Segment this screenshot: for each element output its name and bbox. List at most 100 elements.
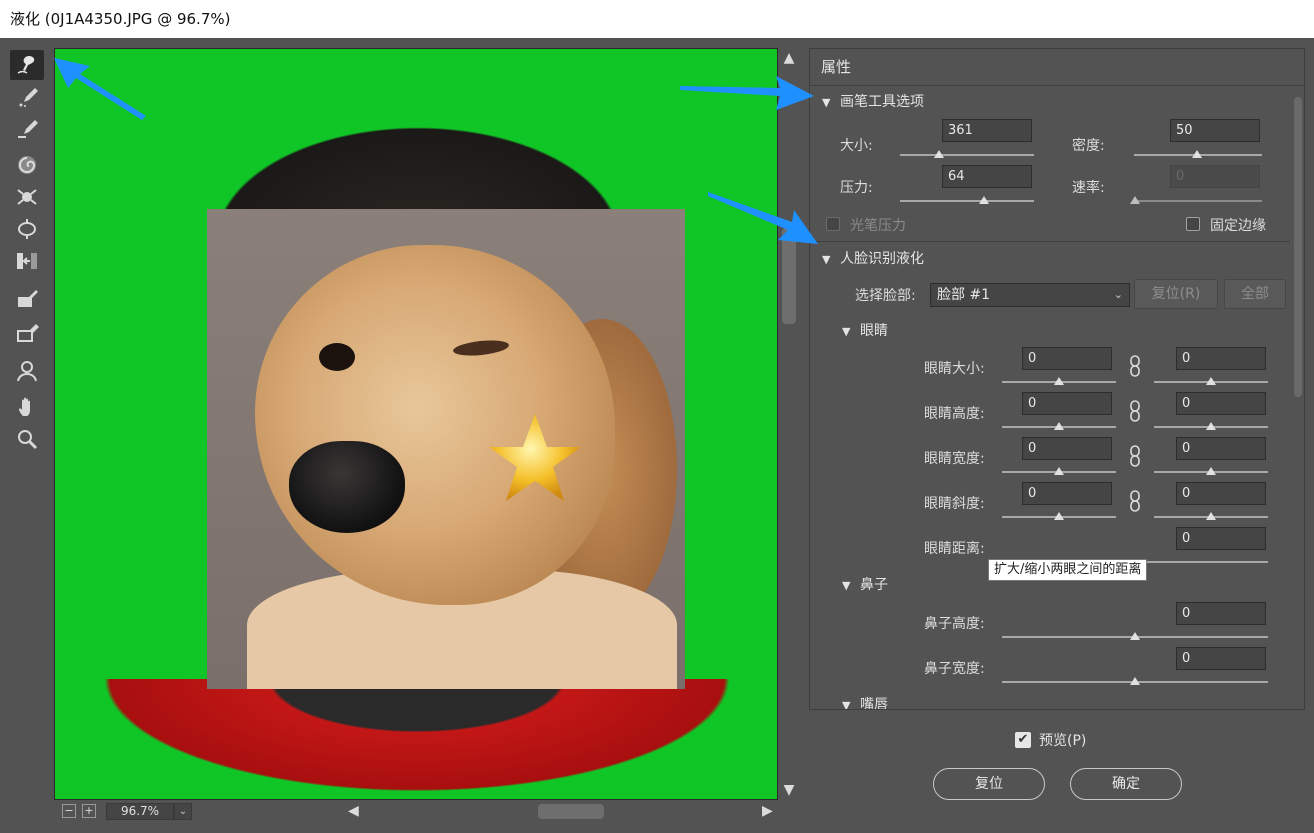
- zoom-dropdown-chevron-icon[interactable]: ⌄: [174, 803, 192, 820]
- expanded-triangle-icon: ▼: [822, 253, 831, 266]
- dog-nose: [289, 441, 405, 533]
- push-left-tool[interactable]: [10, 246, 44, 276]
- panel-vertical-scrollbar[interactable]: [1292, 87, 1304, 709]
- bloat-tool[interactable]: [10, 214, 44, 244]
- pucker-tool[interactable]: [10, 182, 44, 212]
- twirl-tool-icon: [18, 156, 36, 174]
- size-input[interactable]: 361: [942, 119, 1032, 142]
- zoom-level-field[interactable]: 96.7%: [106, 803, 174, 820]
- eye-height-left-knob[interactable]: [1054, 422, 1064, 430]
- scroll-left-icon[interactable]: ◀: [348, 803, 359, 819]
- eye-width-right-input[interactable]: 0: [1176, 437, 1266, 460]
- zoom-out-button[interactable]: −: [62, 804, 76, 818]
- hand-tool[interactable]: [10, 392, 44, 422]
- face-all-button[interactable]: 全部: [1224, 279, 1286, 309]
- eye-height-left-input[interactable]: 0: [1022, 392, 1112, 415]
- eye-tilt-right-knob[interactable]: [1206, 512, 1216, 520]
- panel-title: 属性: [810, 49, 1304, 86]
- eye-height-right-input[interactable]: 0: [1176, 392, 1266, 415]
- dog-face-overlay: [207, 209, 685, 689]
- annotation-arrow-icon: [680, 76, 814, 110]
- eye-tilt-left-knob[interactable]: [1054, 512, 1064, 520]
- link-chain-icon[interactable]: [1128, 445, 1142, 467]
- eye-size-left-input[interactable]: 0: [1022, 347, 1112, 370]
- zoom-in-button[interactable]: +: [82, 804, 96, 818]
- expanded-triangle-icon: ▼: [842, 325, 851, 338]
- smooth-tool[interactable]: [10, 114, 44, 144]
- nose-height-input[interactable]: 0: [1176, 602, 1266, 625]
- smooth-tool-icon: [18, 120, 38, 138]
- face-reset-button[interactable]: 复位(R): [1134, 279, 1218, 309]
- eye-size-label: 眼睛大小:: [924, 361, 985, 377]
- nose-width-label: 鼻子宽度:: [924, 661, 985, 677]
- reset-button[interactable]: 复位: [933, 768, 1045, 800]
- face-liquify-header[interactable]: ▼ 人脸识别液化: [822, 248, 924, 268]
- eye-size-left-knob[interactable]: [1054, 377, 1064, 385]
- link-chain-icon[interactable]: [1128, 400, 1142, 422]
- eye-size-right-knob[interactable]: [1206, 377, 1216, 385]
- bloat-tool-icon: [18, 219, 36, 239]
- panel-scroll-thumb[interactable]: [1294, 97, 1302, 397]
- canvas-horizontal-scrollbar[interactable]: ◀ ▶: [346, 802, 778, 821]
- nose-width-input[interactable]: 0: [1176, 647, 1266, 670]
- rate-input: 0: [1170, 165, 1260, 188]
- ok-button[interactable]: 确定: [1070, 768, 1182, 800]
- eye-width-left-input[interactable]: 0: [1022, 437, 1112, 460]
- canvas-vertical-scrollbar[interactable]: ▲ ▼: [779, 48, 799, 800]
- eye-width-left-knob[interactable]: [1054, 467, 1064, 475]
- zoom-tool-icon: [18, 430, 38, 450]
- eyes-subsection-header[interactable]: ▼ 眼睛: [842, 320, 888, 340]
- pressure-slider-knob[interactable]: [979, 196, 989, 204]
- size-slider-track[interactable]: [900, 154, 1034, 156]
- nose-height-label: 鼻子高度:: [924, 616, 985, 632]
- eye-width-right-knob[interactable]: [1206, 467, 1216, 475]
- dog-open-eye: [319, 343, 355, 371]
- link-chain-icon[interactable]: [1128, 490, 1142, 512]
- density-slider-knob[interactable]: [1192, 150, 1202, 158]
- scroll-right-icon[interactable]: ▶: [762, 803, 773, 819]
- density-input[interactable]: 50: [1170, 119, 1260, 142]
- hand-tool-icon: [19, 397, 30, 416]
- link-chain-icon[interactable]: [1128, 355, 1142, 377]
- chevron-down-icon: ⌄: [1113, 288, 1123, 301]
- freeze-mask-tool[interactable]: [10, 284, 44, 314]
- freeze-mask-tool-icon: [18, 290, 38, 307]
- twirl-tool[interactable]: [10, 150, 44, 180]
- stylus-pressure-label: 光笔压力: [850, 218, 906, 234]
- pin-edges-checkbox[interactable]: [1186, 217, 1200, 231]
- eye-tilt-left-input[interactable]: 0: [1022, 482, 1112, 505]
- eye-distance-tooltip: 扩大/缩小两眼之间的距离: [988, 559, 1148, 581]
- thaw-mask-tool[interactable]: [10, 318, 44, 348]
- eye-distance-input[interactable]: 0: [1176, 527, 1266, 550]
- pressure-label: 压力:: [840, 180, 873, 196]
- forward-warp-tool[interactable]: [10, 50, 44, 80]
- face-tool[interactable]: [10, 356, 44, 386]
- image-canvas[interactable]: [54, 48, 778, 800]
- pressure-slider-track[interactable]: [900, 200, 1034, 202]
- nose-height-knob[interactable]: [1130, 632, 1140, 640]
- scroll-down-icon[interactable]: ▼: [782, 782, 796, 798]
- checkbox-checked-icon[interactable]: ✔: [1015, 732, 1031, 748]
- push-left-tool-icon: [17, 253, 37, 269]
- eye-tilt-right-input[interactable]: 0: [1176, 482, 1266, 505]
- reconstruct-tool[interactable]: [10, 82, 44, 112]
- size-slider-knob[interactable]: [934, 150, 944, 158]
- window-title: 液化 (0J1A4350.JPG @ 96.7%): [0, 0, 1314, 38]
- mouth-subsection-header[interactable]: ▼ 嘴唇: [842, 694, 888, 709]
- horizontal-scroll-thumb[interactable]: [538, 804, 604, 819]
- nose-width-knob[interactable]: [1130, 677, 1140, 685]
- pucker-tool-icon: [17, 189, 37, 205]
- nose-subsection-header[interactable]: ▼ 鼻子: [842, 574, 888, 594]
- zoom-tool[interactable]: [10, 424, 44, 454]
- eye-height-right-knob[interactable]: [1206, 422, 1216, 430]
- brush-options-header[interactable]: ▼ 画笔工具选项: [822, 91, 924, 111]
- select-face-dropdown[interactable]: 脸部 #1 ⌄: [930, 283, 1130, 307]
- eye-size-right-input[interactable]: 0: [1176, 347, 1266, 370]
- reconstruct-tool-icon: [19, 88, 38, 107]
- expanded-triangle-icon: ▼: [842, 579, 851, 592]
- pressure-input[interactable]: 64: [942, 165, 1032, 188]
- tool-palette: [0, 38, 54, 833]
- star-sticker-icon: [489, 414, 581, 501]
- scroll-up-icon[interactable]: ▲: [782, 50, 796, 66]
- stylus-pressure-checkbox: [826, 217, 840, 231]
